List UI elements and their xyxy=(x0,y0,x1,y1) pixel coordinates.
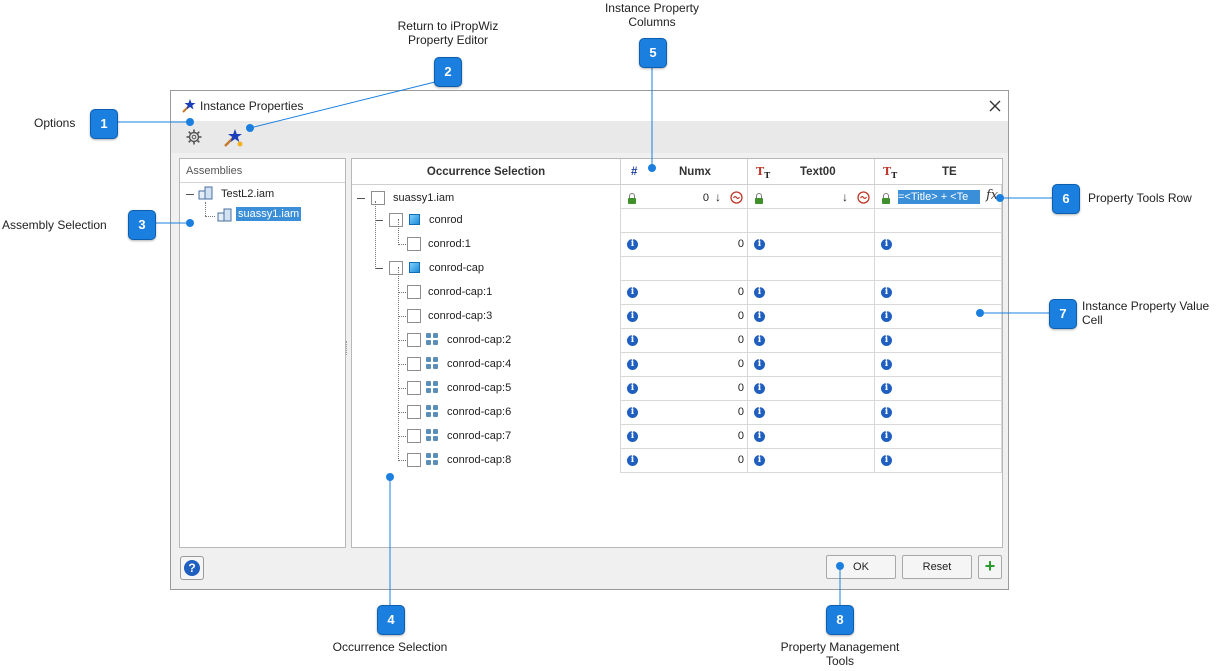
callout-2-label: Return to iPropWiz Property Editor xyxy=(397,19,499,47)
callout-6: 6 xyxy=(1052,184,1080,214)
callout-2: 2 xyxy=(434,57,462,87)
callout-dot xyxy=(186,219,194,227)
callout-1: 1 xyxy=(90,109,118,139)
callout-7-label: Instance Property Value Cell xyxy=(1082,299,1210,327)
callout-7: 7 xyxy=(1049,299,1077,329)
callout-dot xyxy=(976,309,984,317)
callout-dot xyxy=(996,194,1004,202)
callout-8-label: Property Management Tools xyxy=(780,640,900,668)
callout-4-label: Occurrence Selection xyxy=(332,640,448,654)
callout-5-label: Instance Property Columns xyxy=(604,1,700,29)
callout-dot xyxy=(246,124,254,132)
callout-3-label: Assembly Selection xyxy=(2,218,107,232)
callout-4: 4 xyxy=(377,605,405,635)
callout-3: 3 xyxy=(128,210,156,240)
callout-dot xyxy=(186,118,194,126)
callout-8: 8 xyxy=(826,605,854,635)
callout-1-label: Options xyxy=(34,116,76,130)
callout-dot xyxy=(386,473,394,481)
callout-5: 5 xyxy=(639,38,667,68)
callout-6-label: Property Tools Row xyxy=(1088,191,1192,205)
callout-dot xyxy=(836,562,844,570)
callout-dot xyxy=(648,164,656,172)
callout-leader-lines xyxy=(117,66,1052,605)
